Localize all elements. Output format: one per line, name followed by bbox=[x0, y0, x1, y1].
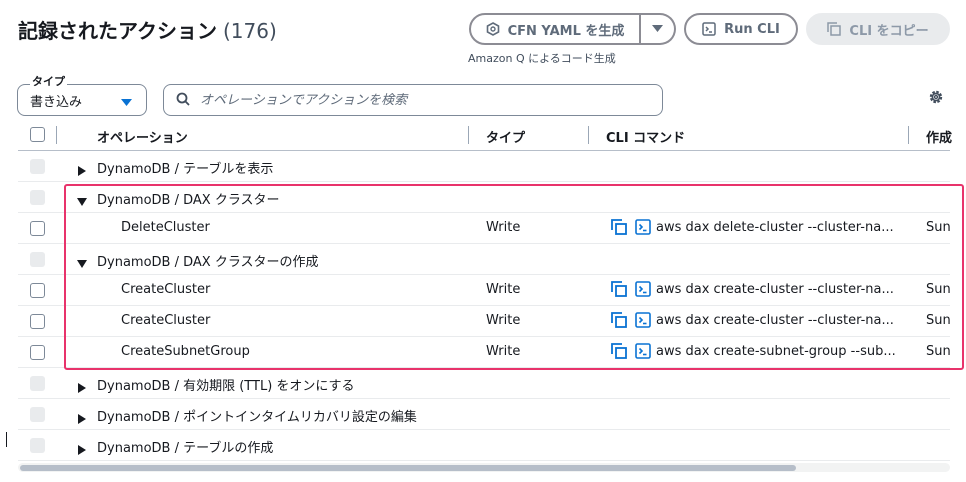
operation-name: CreateSubnetGroup bbox=[121, 344, 250, 359]
column-divider[interactable] bbox=[908, 126, 909, 144]
cli-command-cell: aws dax create-subnet-group --sub... bbox=[610, 342, 901, 360]
copy-cli-button[interactable]: CLI をコピー bbox=[806, 13, 950, 45]
table-header: オペレーション タイプ CLI コマンド 作成 bbox=[18, 120, 952, 151]
operation-name: DeleteCluster bbox=[121, 220, 210, 235]
operation-name: CreateCluster bbox=[121, 282, 211, 297]
operation-type: Write bbox=[486, 220, 521, 235]
generate-options-dropdown[interactable] bbox=[640, 13, 676, 45]
group-row[interactable]: DynamoDB / DAX クラスター bbox=[18, 182, 950, 213]
run-cli-button[interactable]: Run CLI bbox=[684, 13, 798, 45]
terminal-icon[interactable] bbox=[634, 342, 652, 360]
row-checkbox bbox=[30, 252, 45, 267]
gear-icon[interactable] bbox=[925, 86, 947, 108]
operation-type: Write bbox=[486, 313, 521, 328]
copy-icon[interactable] bbox=[610, 342, 628, 360]
column-type[interactable]: タイプ bbox=[486, 127, 525, 146]
collapsed-caret-icon[interactable] bbox=[77, 409, 87, 428]
row-checkbox bbox=[30, 438, 45, 453]
type-filter-label: タイプ bbox=[30, 73, 67, 89]
page-title: 記録されたアクション (176) bbox=[18, 15, 277, 44]
copy-icon[interactable] bbox=[610, 280, 628, 298]
operation-name: CreateCluster bbox=[121, 313, 211, 328]
text-cursor bbox=[6, 432, 7, 447]
created-time: Sun bbox=[926, 220, 951, 235]
group-row[interactable]: DynamoDB / ポイントインタイムリカバリ設定の編集 bbox=[18, 399, 950, 430]
table-row[interactable]: CreateCluster Write aws dax create-cluster… bbox=[18, 275, 951, 306]
search-field[interactable] bbox=[163, 84, 663, 116]
terminal-icon[interactable] bbox=[634, 280, 652, 298]
copy-icon[interactable] bbox=[610, 218, 628, 236]
action-count: (176) bbox=[223, 19, 277, 43]
generate-cfn-yaml-button[interactable]: CFN YAML を生成 bbox=[469, 13, 641, 45]
table-row[interactable]: CreateSubnetGroup Write aws dax create-sub… bbox=[18, 337, 951, 368]
terminal-icon[interactable] bbox=[634, 311, 652, 329]
run-cli-label: Run CLI bbox=[724, 21, 780, 37]
terminal-icon bbox=[702, 22, 716, 36]
type-filter-value: 書き込み bbox=[30, 94, 83, 110]
column-divider bbox=[56, 126, 57, 144]
copy-cli-label: CLI をコピー bbox=[849, 23, 929, 39]
collapsed-caret-icon[interactable] bbox=[77, 161, 87, 180]
group-row[interactable]: DynamoDB / DAX クラスターの作成 bbox=[18, 244, 950, 275]
cli-command-cell: aws dax create-cluster --cluster-na... bbox=[610, 311, 901, 329]
group-row[interactable]: DynamoDB / テーブルの作成 bbox=[18, 430, 950, 461]
row-checkbox bbox=[30, 376, 45, 391]
column-operation[interactable]: オペレーション bbox=[97, 127, 188, 146]
cli-command-text: aws dax delete-cluster --cluster-na... bbox=[656, 219, 894, 235]
collapsed-caret-icon[interactable] bbox=[77, 440, 87, 459]
group-row[interactable]: DynamoDB / テーブルを表示 bbox=[18, 151, 950, 182]
copy-icon bbox=[827, 22, 842, 36]
group-label: DynamoDB / テーブルの作成 bbox=[97, 441, 274, 456]
group-label: DynamoDB / テーブルを表示 bbox=[97, 162, 274, 177]
expanded-caret-icon[interactable] bbox=[77, 192, 87, 211]
row-checkbox[interactable] bbox=[30, 345, 45, 360]
column-created[interactable]: 作成 bbox=[926, 127, 952, 146]
created-time: Sun bbox=[926, 313, 951, 328]
generate-cfn-yaml-label: CFN YAML を生成 bbox=[507, 23, 625, 39]
row-checkbox bbox=[30, 190, 45, 205]
cli-command-cell: aws dax delete-cluster --cluster-na... bbox=[610, 218, 901, 236]
column-divider[interactable] bbox=[468, 126, 469, 144]
group-row[interactable]: DynamoDB / 有効期限 (TTL) をオンにする bbox=[18, 368, 950, 399]
collapsed-caret-icon[interactable] bbox=[77, 378, 87, 397]
cloudformation-icon bbox=[486, 22, 500, 36]
caret-down-icon bbox=[652, 22, 663, 37]
copy-icon[interactable] bbox=[610, 311, 628, 329]
caret-down-icon bbox=[121, 96, 132, 111]
group-label: DynamoDB / DAX クラスター bbox=[97, 193, 280, 208]
terminal-icon[interactable] bbox=[634, 218, 652, 236]
search-input[interactable] bbox=[198, 91, 642, 109]
row-checkbox bbox=[30, 159, 45, 174]
column-divider[interactable] bbox=[588, 126, 589, 144]
created-time: Sun bbox=[926, 344, 951, 359]
row-checkbox bbox=[30, 407, 45, 422]
row-checkbox[interactable] bbox=[30, 314, 45, 329]
search-icon bbox=[176, 91, 190, 110]
cli-command-cell: aws dax create-cluster --cluster-na... bbox=[610, 280, 901, 298]
row-checkbox[interactable] bbox=[30, 221, 45, 236]
group-label: DynamoDB / 有効期限 (TTL) をオンにする bbox=[97, 379, 355, 394]
page-title-text: 記録されたアクション bbox=[18, 19, 217, 43]
table-row[interactable]: CreateCluster Write aws dax create-cluster… bbox=[18, 306, 951, 337]
table-row[interactable]: DeleteCluster Write aws dax delete-cluster… bbox=[18, 213, 951, 244]
group-label: DynamoDB / DAX クラスターの作成 bbox=[97, 255, 319, 270]
expanded-caret-icon[interactable] bbox=[77, 254, 87, 273]
created-time: Sun bbox=[926, 282, 951, 297]
cli-command-text: aws dax create-cluster --cluster-na... bbox=[656, 312, 894, 328]
row-checkbox[interactable] bbox=[30, 283, 45, 298]
cli-command-text: aws dax create-subnet-group --sub... bbox=[656, 343, 896, 359]
cli-command-text: aws dax create-cluster --cluster-na... bbox=[656, 281, 894, 297]
column-cli[interactable]: CLI コマンド bbox=[606, 127, 685, 146]
operation-type: Write bbox=[486, 344, 521, 359]
operation-type: Write bbox=[486, 282, 521, 297]
generation-note: Amazon Q によるコード生成 bbox=[468, 52, 616, 65]
scrollbar-thumb[interactable] bbox=[20, 465, 796, 471]
group-label: DynamoDB / ポイントインタイムリカバリ設定の編集 bbox=[97, 410, 417, 425]
select-all-checkbox[interactable] bbox=[30, 127, 45, 142]
